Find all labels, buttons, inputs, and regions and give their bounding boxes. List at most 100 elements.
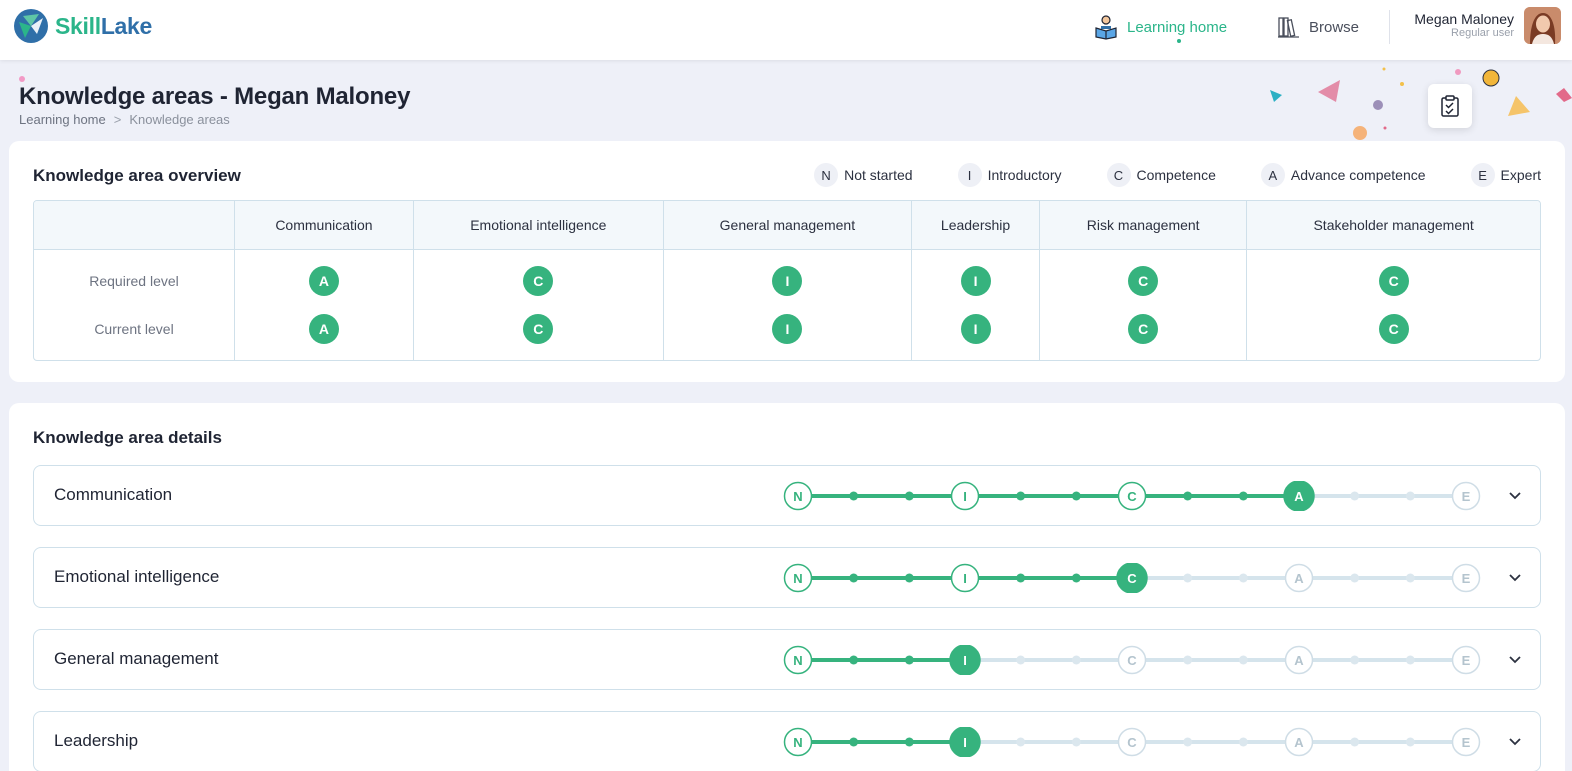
knowledge-area-row[interactable]: General management N I C A E xyxy=(33,629,1541,690)
knowledge-area-name: Communication xyxy=(54,485,173,504)
track-step-dot xyxy=(1238,573,1248,583)
knowledge-area-row[interactable]: Emotional intelligence N I C A E xyxy=(33,547,1541,608)
column-header: Emotional intelligence xyxy=(412,201,663,250)
track-step-dot xyxy=(1238,655,1248,665)
track-step-dot xyxy=(904,737,914,747)
level-badge: C xyxy=(1378,314,1409,344)
knowledge-area-name: Leadership xyxy=(54,731,139,750)
level-milestone-label: C xyxy=(1127,653,1137,668)
books-icon xyxy=(1278,17,1299,38)
legend-badge: C xyxy=(1106,163,1131,187)
level-badge: C xyxy=(1128,314,1159,344)
knowledge-area-name: Emotional intelligence xyxy=(54,567,220,586)
track-step-dot xyxy=(849,737,859,747)
nav-divider xyxy=(1389,10,1390,44)
track-step-dot xyxy=(1238,737,1248,747)
level-milestone-label: A xyxy=(1294,489,1304,504)
legend-item: E Expert xyxy=(1470,163,1541,187)
level-milestone-label: N xyxy=(793,489,802,504)
legend-badge: N xyxy=(814,163,839,187)
nav-learning-home-label: Learning home xyxy=(1127,18,1228,36)
track-step-dot xyxy=(1016,491,1026,501)
track-step-dot xyxy=(1350,737,1360,747)
table-row-current-level: Current level A C I I C C xyxy=(34,306,1540,360)
legend-item: I Introductory xyxy=(957,163,1062,187)
nav-browse-label: Browse xyxy=(1309,18,1360,36)
legend-item: C Competence xyxy=(1106,163,1216,187)
level-milestone-label: N xyxy=(793,653,802,668)
table-cell: C xyxy=(1246,250,1540,306)
column-header: Leadership xyxy=(911,201,1040,250)
table-cell: C xyxy=(412,250,663,306)
table-cell: C xyxy=(1246,306,1540,360)
user-name[interactable]: Megan Maloney xyxy=(1414,11,1514,27)
table-cell: I xyxy=(911,306,1039,360)
knowledge-area-row[interactable]: Leadership N I C A E xyxy=(33,711,1541,771)
track-step-dot xyxy=(1071,573,1081,583)
nav-learning-home[interactable]: Learning home xyxy=(1093,12,1228,43)
level-badge: C xyxy=(1128,266,1159,296)
track-step-dot xyxy=(1405,737,1415,747)
table-cell: C xyxy=(1039,306,1246,360)
track-step-dot xyxy=(1016,573,1026,583)
level-badge: A xyxy=(308,266,339,296)
level-milestone-label: C xyxy=(1127,735,1137,750)
decorative-confetti xyxy=(1270,67,1572,140)
track-step-dot xyxy=(1016,737,1026,747)
level-progress-track: NICAE xyxy=(783,481,1481,511)
app-logo[interactable]: SkillLake xyxy=(13,8,152,44)
breadcrumb-learning-home[interactable]: Learning home xyxy=(19,112,106,127)
track-step-dot xyxy=(1350,655,1360,665)
track-step-dot xyxy=(1071,491,1081,501)
knowledge-area-details-card: Knowledge area details Communication NIC… xyxy=(9,403,1565,771)
avatar[interactable] xyxy=(1524,7,1561,44)
legend-item: A Advance competence xyxy=(1260,163,1426,187)
table-cell: I xyxy=(911,250,1039,306)
column-header: Stakeholder management xyxy=(1246,201,1540,250)
level-milestone-label: E xyxy=(1462,571,1471,586)
legend-label: Competence xyxy=(1136,167,1216,183)
table-row-required-level: Required level A C I I C C xyxy=(34,250,1540,306)
legend-item: N Not started xyxy=(814,163,913,187)
level-milestone-label: C xyxy=(1127,489,1137,504)
legend-label: Not started xyxy=(844,167,913,183)
page-title: Knowledge areas - Megan Maloney xyxy=(19,83,411,110)
track-step-dot xyxy=(1238,491,1248,501)
chevron-down-icon[interactable] xyxy=(1507,569,1523,585)
column-header: Communication xyxy=(234,201,413,250)
active-indicator xyxy=(1177,39,1181,43)
level-badge: A xyxy=(308,314,339,344)
row-label: Current level xyxy=(94,321,174,337)
breadcrumb: Learning home > Knowledge areas xyxy=(19,112,230,127)
overview-title: Knowledge area overview xyxy=(33,166,241,185)
chevron-down-icon[interactable] xyxy=(1507,733,1523,749)
chevron-down-icon[interactable] xyxy=(1507,651,1523,667)
track-step-dot xyxy=(849,573,859,583)
level-milestone-label: A xyxy=(1294,571,1304,586)
checklist-button[interactable] xyxy=(1428,84,1472,128)
level-milestone-label: E xyxy=(1462,489,1471,504)
knowledge-area-row[interactable]: Communication N I C A E xyxy=(33,465,1541,526)
legend-badge: A xyxy=(1260,163,1285,187)
track-step-dot xyxy=(1350,573,1360,583)
track-step-dot xyxy=(1183,491,1193,501)
nav-browse[interactable]: Browse xyxy=(1277,12,1359,42)
chevron-down-icon[interactable] xyxy=(1507,487,1523,503)
track-step-dot xyxy=(904,573,914,583)
legend-label: Expert xyxy=(1500,167,1541,183)
level-progress-track: NICAE xyxy=(783,645,1481,675)
level-milestone-label: C xyxy=(1127,571,1137,586)
level-milestone-label: E xyxy=(1462,653,1471,668)
breadcrumb-separator: > xyxy=(113,112,122,127)
level-legend: N Not started I Introductory C Competenc… xyxy=(814,163,1541,187)
track-step-dot xyxy=(1071,737,1081,747)
user-avatar-image xyxy=(1524,7,1561,44)
skilllake-logo-icon xyxy=(14,9,48,43)
brand-name-part2: Lake xyxy=(100,12,153,39)
level-milestone-label: I xyxy=(963,653,967,668)
top-navigation-bar: SkillLake Learning home Browse Megan Mal… xyxy=(0,0,1572,60)
level-badge: C xyxy=(523,314,554,344)
table-header-empty xyxy=(34,201,234,250)
level-badge: I xyxy=(960,314,991,344)
legend-label: Introductory xyxy=(987,167,1062,183)
